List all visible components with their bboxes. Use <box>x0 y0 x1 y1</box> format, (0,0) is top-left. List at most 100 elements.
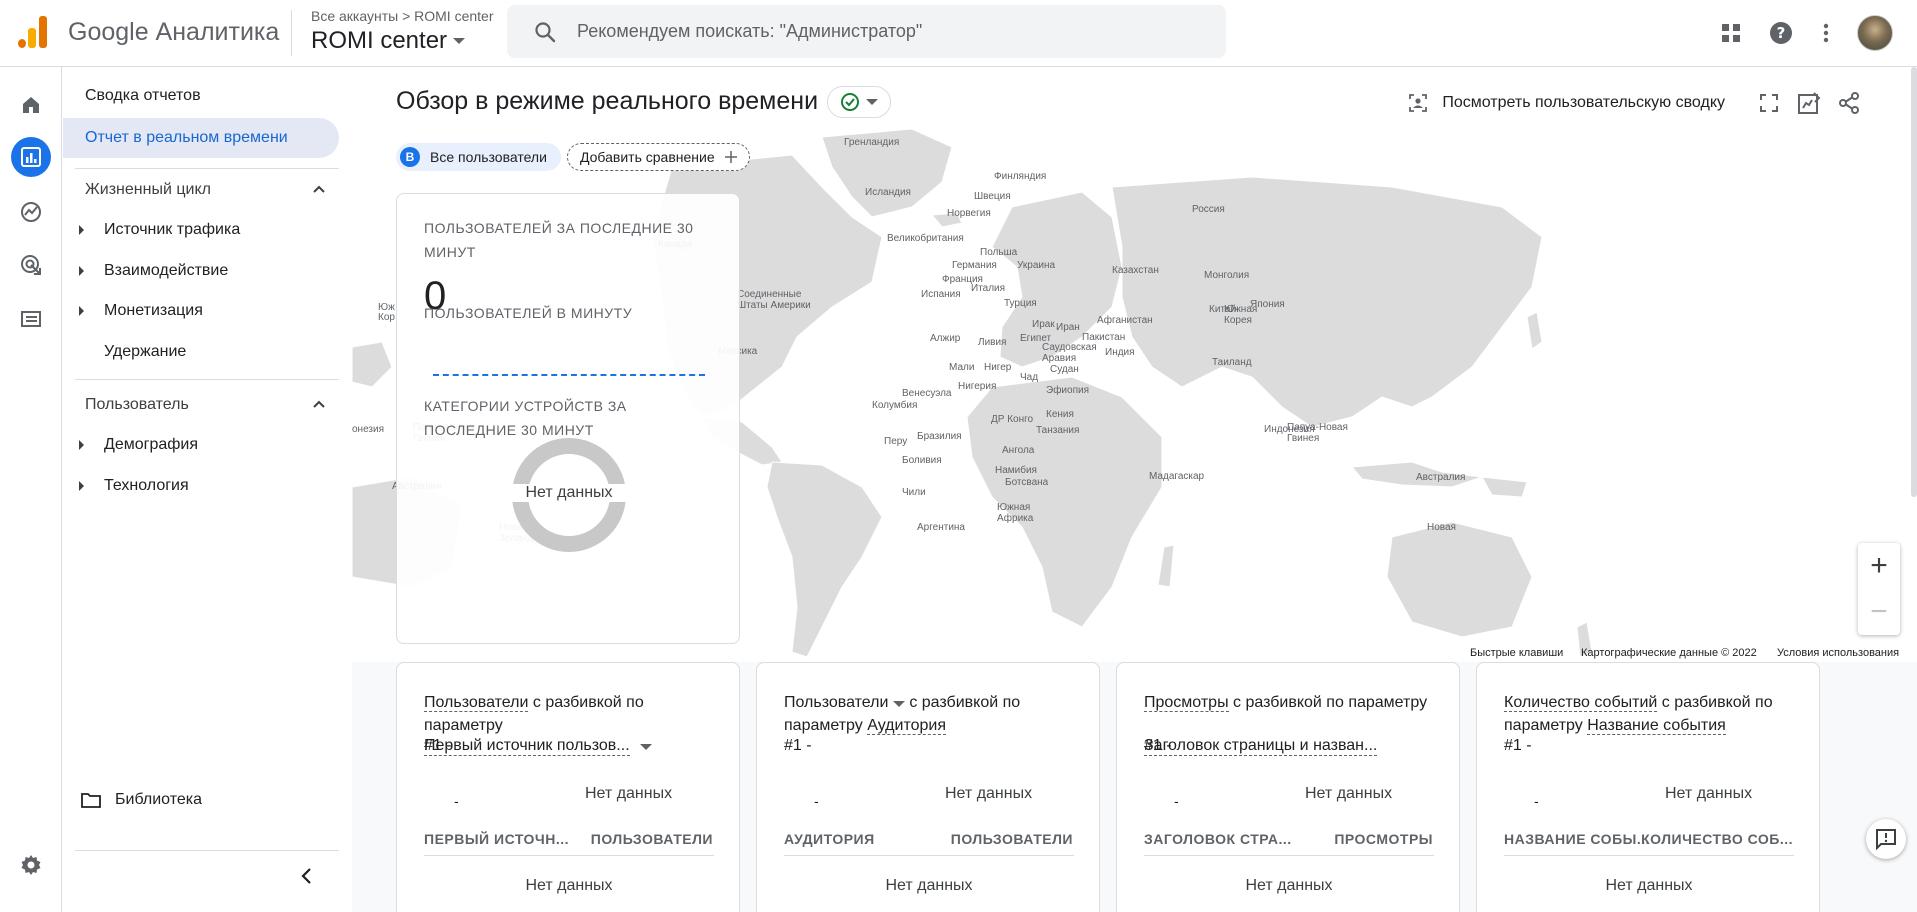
search-input[interactable] <box>577 21 1177 42</box>
map-data-attribution: Картографические данные © 2022 <box>1581 647 1757 659</box>
nav-section-user[interactable]: Пользователь <box>63 387 339 423</box>
add-comparison-label: Добавить сравнение <box>580 149 715 165</box>
dimension-selector[interactable]: #1 - Первый источник пользов... <box>424 737 652 756</box>
caret-down-icon <box>892 701 905 707</box>
configure-list-icon[interactable] <box>11 299 51 339</box>
nav-item-technology[interactable]: Технология <box>63 469 189 503</box>
nav-reports-snapshot[interactable]: Сводка отчетов <box>63 76 201 116</box>
nav-item-label: Монетизация <box>104 302 203 319</box>
edit-report-icon[interactable] <box>1795 89 1823 117</box>
add-comparison-button[interactable]: Добавить сравнение <box>567 143 750 171</box>
apps-grid-icon[interactable] <box>1718 20 1744 46</box>
card-title: Пользователи с разбивкой по параметру <box>424 691 724 737</box>
collapse-nav-button[interactable] <box>299 867 313 890</box>
table-divider <box>424 855 714 856</box>
comparison-chip-all-users[interactable]: B Все пользователи <box>396 143 561 171</box>
account-avatar[interactable] <box>1857 15 1893 51</box>
chevron-left-icon <box>301 868 311 884</box>
top-app-bar: Google Аналитика Все аккаунты > ROMI cen… <box>0 0 1917 67</box>
reports-icon[interactable] <box>11 137 51 177</box>
account-selector[interactable]: ROMI center <box>311 27 466 55</box>
column-header-metric[interactable]: ПОЛЬЗОВАТЕЛИ <box>951 831 1073 847</box>
search-icon <box>535 21 556 42</box>
users-per-minute-sparkline[interactable] <box>433 374 705 376</box>
nav-library-label: Библиотека <box>115 791 202 808</box>
card-no-data: Нет данных <box>585 785 673 802</box>
fullscreen-icon[interactable] <box>1755 89 1783 117</box>
home-icon[interactable] <box>11 85 51 125</box>
more-vert-icon[interactable] <box>1813 20 1839 46</box>
nav-item-demographics[interactable]: Демография <box>63 428 198 462</box>
share-icon[interactable] <box>1835 89 1863 117</box>
search-bar[interactable] <box>507 5 1226 58</box>
zoom-out-button[interactable]: − <box>1858 589 1900 635</box>
column-header-metric[interactable]: КОЛИЧЕСТВО СОБ... <box>1641 831 1793 847</box>
app-title[interactable]: Google Аналитика <box>68 18 279 47</box>
rank-overlay: #1 - <box>424 737 452 754</box>
account-name: ROMI center <box>311 27 448 54</box>
expand-triangle-icon <box>79 266 84 276</box>
nav-section-lifecycle[interactable]: Жизненный цикл <box>63 172 339 208</box>
user-snapshot-icon <box>1409 94 1428 112</box>
svg-text:?: ? <box>1777 24 1786 42</box>
column-header-metric[interactable]: ПОЛЬЗОВАТЕЛИ <box>591 831 713 847</box>
column-header-dimension[interactable]: АУДИТОРИЯ <box>784 831 875 847</box>
metric-selector[interactable]: Просмотры <box>1144 694 1229 712</box>
advertising-icon[interactable] <box>11 245 51 285</box>
settings-gear-icon[interactable] <box>11 845 51 885</box>
breakdown-card-views-page-title: Просмотры с разбивкой по параметру #1 - … <box>1116 662 1460 912</box>
card-title: Просмотры с разбивкой по параметру <box>1144 691 1444 714</box>
rank-label: #1 - <box>1504 737 1532 754</box>
main-content: Гренландия Исландия Финляндия Швеция Норвеги… <box>352 67 1917 912</box>
table-no-data: Нет данных <box>1245 877 1333 894</box>
nav-item-engagement[interactable]: Взаимодействие <box>63 254 228 288</box>
explore-icon[interactable] <box>11 192 51 232</box>
view-user-snapshot-button[interactable]: Посмотреть пользовательскую сводку <box>1408 93 1725 113</box>
map-keyboard-shortcuts-link[interactable]: Быстрые клавиши <box>1470 647 1563 659</box>
metric-selector[interactable]: Пользователи <box>424 694 529 712</box>
metric-selector[interactable]: Пользователи <box>784 694 888 711</box>
help-icon[interactable]: ? <box>1768 20 1794 46</box>
column-header-dimension[interactable]: ЗАГОЛОВОК СТРА... <box>1144 831 1292 847</box>
breakdown-card-events-event-name: Количество событий с разбивкой по параме… <box>1476 662 1820 912</box>
realtime-users-card: ПОЛЬЗОВАТЕЛЕЙ ЗА ПОСЛЕДНИЕ 30 МИНУТ 0 ПО… <box>396 193 740 644</box>
main-scrollbar[interactable] <box>1911 67 1917 497</box>
data-quality-badge[interactable] <box>827 86 891 118</box>
map-zoom-controls: + − <box>1858 543 1900 635</box>
comparison-chip-label: Все пользователи <box>430 149 547 165</box>
chart-placeholder-dash: - <box>1534 793 1539 809</box>
chevron-up-icon <box>313 400 325 408</box>
rank-overlay: #1 - <box>1144 737 1172 754</box>
column-header-metric[interactable]: ПРОСМОТРЫ <box>1334 831 1433 847</box>
nav-library[interactable]: Библиотека <box>81 791 202 809</box>
table-divider <box>784 855 1074 856</box>
nav-divider <box>75 168 339 169</box>
nav-item-traffic-source[interactable]: Источник трафика <box>63 213 240 247</box>
page-title: Обзор в режиме реального времени <box>396 87 819 115</box>
nav-item-retention[interactable]: Удержание <box>63 335 186 369</box>
dimension-selector[interactable]: Аудитория <box>867 717 946 735</box>
table-divider <box>1504 855 1794 856</box>
chart-placeholder-dash: - <box>814 793 819 809</box>
nav-item-label: Источник трафика <box>104 221 241 238</box>
analytics-logo-icon[interactable] <box>18 16 48 48</box>
dimension-selector[interactable]: Название события <box>1587 717 1726 735</box>
breadcrumb[interactable]: Все аккаунты > ROMI center <box>311 8 494 24</box>
card-no-data: Нет данных <box>1305 785 1393 802</box>
chart-placeholder-dash: - <box>454 793 459 809</box>
feedback-button[interactable] <box>1866 819 1906 859</box>
world-map[interactable]: Гренландия Исландия Финляндия Швеция Норвеги… <box>352 67 1917 662</box>
caret-down-icon <box>866 99 878 105</box>
table-divider <box>1144 855 1434 856</box>
nav-item-label: Взаимодействие <box>104 262 229 279</box>
metric-selector[interactable]: Количество событий <box>1504 694 1658 712</box>
nav-realtime[interactable]: Отчет в реальном времени <box>63 118 339 158</box>
expand-triangle-icon <box>79 306 84 316</box>
dimension-selector[interactable]: #1 - Заголовок страницы и назван... <box>1144 737 1378 756</box>
nav-item-monetization[interactable]: Монетизация <box>63 294 203 328</box>
column-header-dimension[interactable]: НАЗВАНИЕ СОБЫ... <box>1504 831 1650 847</box>
map-terms-link[interactable]: Условия использования <box>1777 647 1899 659</box>
nav-section-user-label: Пользователь <box>85 396 189 413</box>
zoom-in-button[interactable]: + <box>1858 543 1900 589</box>
column-header-dimension[interactable]: ПЕРВЫЙ ИСТОЧН... <box>424 831 569 847</box>
